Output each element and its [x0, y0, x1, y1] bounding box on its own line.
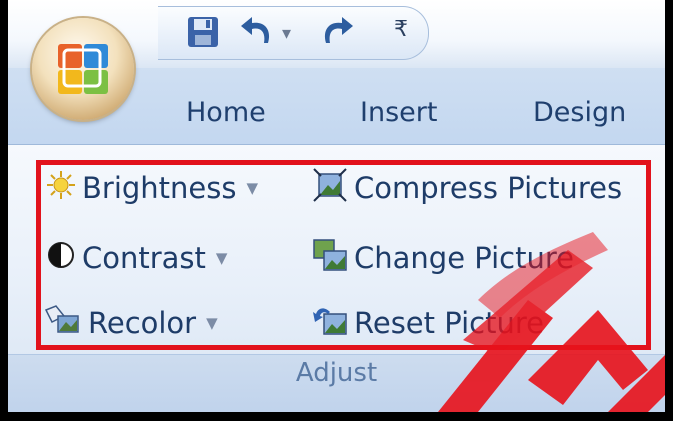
recolor-button[interactable]: Recolor ▼ [42, 301, 218, 345]
brightness-dropdown-icon: ▼ [246, 179, 259, 197]
screen-edge [665, 0, 673, 421]
adjust-group-label: Adjust [295, 358, 378, 388]
save-icon[interactable] [186, 15, 220, 53]
redo-icon[interactable] [318, 13, 356, 53]
brightness-icon [46, 170, 76, 207]
brightness-button[interactable]: Brightness ▼ [46, 166, 258, 210]
recolor-icon [42, 304, 82, 343]
office-logo-icon [58, 44, 108, 94]
reset-picture-label: Reset Picture [354, 306, 544, 340]
reset-picture-icon [312, 302, 348, 345]
change-picture-icon [312, 237, 348, 280]
undo-icon[interactable] [238, 13, 276, 53]
change-picture-button[interactable]: Change Picture [312, 236, 574, 280]
compress-pictures-button[interactable]: Compress Pictures [312, 166, 622, 210]
contrast-button[interactable]: Contrast ▼ [46, 236, 227, 280]
office-button[interactable] [32, 18, 134, 120]
quick-access-toolbar: ▾ ₹ [158, 6, 429, 60]
contrast-label: Contrast [82, 241, 206, 275]
recolor-label: Recolor [88, 306, 197, 340]
compress-pictures-icon [312, 167, 348, 210]
change-picture-label: Change Picture [354, 241, 574, 275]
contrast-dropdown-icon: ▼ [215, 249, 228, 267]
tab-insert[interactable]: Insert [360, 97, 437, 128]
ribbon-window: ▾ ₹ Home Insert Design Brightness ▼ Cont… [8, 0, 665, 412]
recolor-dropdown-icon: ▼ [206, 314, 218, 332]
reset-picture-button[interactable]: Reset Picture [312, 301, 544, 345]
contrast-icon [46, 240, 76, 277]
tab-home[interactable]: Home [186, 97, 266, 128]
compress-pictures-label: Compress Pictures [354, 171, 623, 205]
brightness-label: Brightness [82, 171, 237, 205]
undo-dropdown-icon[interactable]: ▾ [282, 23, 291, 44]
tab-design[interactable]: Design [533, 97, 626, 128]
customize-toolbar-icon[interactable]: ₹ [394, 17, 408, 42]
